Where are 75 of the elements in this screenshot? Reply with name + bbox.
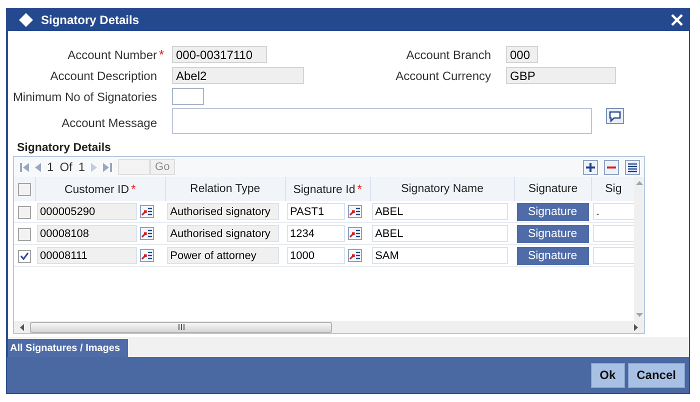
lookup-icon[interactable]	[140, 227, 154, 240]
relation-type-field[interactable]: Authorised signatory	[167, 203, 280, 220]
signature-id-field[interactable]: PAST1	[287, 203, 346, 220]
window-title: Signatory Details	[41, 13, 140, 27]
scroll-right-icon[interactable]	[634, 324, 638, 330]
relation-type-field[interactable]: Power of attorney	[167, 247, 280, 264]
signature-id-field[interactable]: 1000	[287, 247, 346, 264]
input-field[interactable]: 000	[506, 46, 538, 63]
page-input[interactable]	[118, 159, 150, 175]
row-checkbox[interactable]	[18, 228, 31, 241]
list-view-icon[interactable]	[625, 160, 640, 174]
horizontal-scrollbar[interactable]	[14, 321, 644, 333]
input-field[interactable]: Abel2	[172, 67, 304, 84]
field-label: Account Currency	[394, 68, 491, 82]
column-header: Sig	[605, 183, 622, 195]
previous-page-icon[interactable]	[35, 162, 41, 172]
input-field[interactable]: GBP	[506, 67, 616, 84]
lookup-icon[interactable]	[348, 205, 362, 218]
customer-id-field[interactable]: 00008111	[37, 247, 137, 264]
column-header: Signature	[528, 183, 578, 195]
input-field[interactable]	[172, 88, 204, 105]
field-label: Account Branch	[405, 48, 491, 62]
chat-icon[interactable]	[606, 108, 624, 124]
ok-button[interactable]: Ok	[590, 362, 625, 388]
field-label: Account Message	[60, 116, 157, 130]
scroll-up-icon[interactable]	[636, 181, 642, 185]
scroll-thumb[interactable]	[30, 322, 332, 332]
signatory-name-field[interactable]: ABEL	[372, 225, 508, 242]
signature-button[interactable]: Signature	[516, 224, 589, 242]
lookup-icon[interactable]	[140, 205, 154, 218]
field-label: Minimum No of Signatories	[12, 90, 157, 104]
message-field[interactable]	[172, 108, 592, 134]
add-row-icon[interactable]	[583, 160, 598, 174]
customer-id-field[interactable]: 00008108	[37, 225, 137, 242]
lookup-icon[interactable]	[140, 249, 154, 262]
signature-button[interactable]: Signature	[516, 202, 589, 220]
grip-icon	[178, 324, 184, 330]
scroll-left-icon[interactable]	[20, 324, 24, 330]
row-checkbox[interactable]	[18, 206, 31, 219]
page-number: 1	[47, 160, 54, 174]
diamond-icon	[19, 13, 33, 27]
page-total: 1	[78, 160, 86, 174]
delete-row-icon[interactable]	[604, 160, 619, 174]
cancel-button[interactable]: Cancel	[628, 362, 685, 388]
vertical-scrollbar[interactable]	[634, 177, 644, 321]
customer-id-field[interactable]: 000005290	[37, 203, 137, 220]
field-label: Account Number	[66, 48, 157, 62]
signatory-name-field[interactable]: ABEL	[372, 203, 508, 220]
section-title: Signatory Details	[16, 141, 112, 154]
check-icon	[20, 252, 29, 260]
scroll-down-icon[interactable]	[636, 313, 642, 317]
signatory-name-field[interactable]: SAM	[372, 247, 508, 264]
last-page-icon[interactable]	[103, 162, 112, 172]
column-header: Customer ID	[64, 184, 129, 196]
relation-type-field[interactable]: Authorised signatory	[167, 225, 280, 242]
lookup-icon[interactable]	[348, 249, 362, 262]
select-all-checkbox[interactable]	[18, 182, 31, 196]
input-field[interactable]: .	[593, 203, 634, 220]
input-field[interactable]: 000-00317110	[172, 46, 267, 63]
column-header: Signature Id	[293, 184, 356, 196]
lookup-icon[interactable]	[348, 227, 362, 240]
tab[interactable]: All Signatures / Images	[8, 339, 128, 357]
signature-button[interactable]: Signature	[516, 246, 589, 264]
required-mark: *	[130, 182, 136, 196]
page-of-label: Of	[60, 160, 72, 174]
required-mark: *	[356, 182, 362, 196]
required-mark: *	[158, 47, 166, 62]
next-page-icon[interactable]	[91, 162, 98, 172]
row-checkbox[interactable]	[18, 250, 31, 263]
signature-id-field[interactable]: 1234	[287, 225, 346, 242]
column-header: Relation Type	[190, 183, 260, 195]
column-header: Signatory Name	[401, 183, 484, 195]
field-label: Account Description	[49, 68, 157, 82]
first-page-icon[interactable]	[20, 162, 29, 172]
close-icon[interactable]	[671, 14, 683, 26]
